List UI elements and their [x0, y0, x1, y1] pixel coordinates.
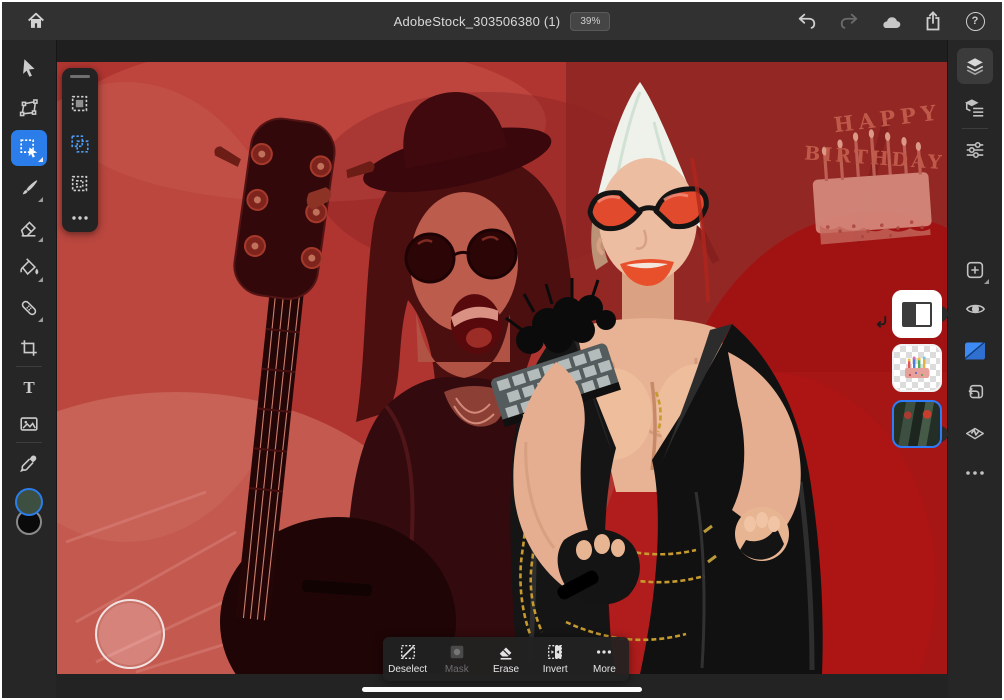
- subtract-from-selection-icon: [69, 173, 91, 195]
- mask-action-button[interactable]: Mask: [432, 637, 481, 681]
- select-tool-icon: [18, 137, 40, 159]
- place-image-icon: [18, 413, 40, 435]
- eyedropper-icon: [18, 453, 40, 475]
- adjustments-icon: [964, 139, 986, 161]
- eraser-tool-icon: [18, 217, 40, 239]
- cloud-icon: [879, 11, 903, 31]
- merge-flatten-button[interactable]: [957, 416, 993, 452]
- help-button[interactable]: ?: [958, 7, 992, 35]
- subtract-from-selection-button[interactable]: [66, 170, 94, 198]
- redo-button[interactable]: [832, 7, 866, 35]
- brush-tool-icon: [18, 177, 40, 199]
- ipad-home-indicator[interactable]: [362, 687, 642, 692]
- photoshop-app-window: AdobeStock_303506380 (1) 39% ? HAPPY BIR…: [2, 2, 1002, 698]
- type-tool-icon: T: [23, 378, 35, 397]
- toolbar-divider: [16, 366, 42, 367]
- cloud-sync-button[interactable]: [874, 7, 908, 35]
- eye-icon: [964, 298, 987, 320]
- birthday-cake-layer-thumbnail[interactable]: [892, 344, 942, 392]
- transform-tool-button[interactable]: [11, 90, 47, 126]
- healing-tool-button[interactable]: [11, 290, 47, 326]
- more-button[interactable]: More: [580, 637, 629, 681]
- deselect-label: Deselect: [388, 664, 428, 675]
- crop-tool-icon: [18, 337, 40, 359]
- mask-link-arrow-icon: [874, 314, 889, 329]
- toolbar-divider: [16, 442, 42, 443]
- adjustments-button[interactable]: [957, 132, 993, 168]
- layer-visibility-button[interactable]: [957, 291, 993, 327]
- top-bar: AdobeStock_303506380 (1) 39% ?: [2, 2, 1002, 40]
- selection-options-panel: [62, 68, 98, 232]
- new-selection-button[interactable]: [66, 90, 94, 118]
- healing-tool-icon: [18, 297, 40, 319]
- layers-icon: [964, 55, 986, 77]
- layer-properties-icon: [964, 97, 986, 119]
- mask-icon: [963, 340, 987, 362]
- canvas-image: HAPPY BIRTHDAY: [56, 62, 948, 674]
- document-title: AdobeStock_303506380 (1): [393, 13, 561, 29]
- right-toolbar: [947, 40, 1002, 698]
- eraser-tool-button[interactable]: [11, 210, 47, 246]
- selection-more-options-button[interactable]: [66, 204, 94, 232]
- brush-tool-button[interactable]: [11, 170, 47, 206]
- selection-action-bar: Deselect Mask Erase Invert More: [383, 637, 629, 681]
- transform-tool-icon: [18, 97, 40, 119]
- erase-label: Erase: [492, 664, 520, 675]
- zoom-level-badge[interactable]: 39%: [570, 11, 611, 31]
- add-layer-button[interactable]: [957, 252, 993, 288]
- deselect-icon: [399, 643, 417, 661]
- photo-layer-thumbnail[interactable]: [892, 400, 942, 448]
- undo-button[interactable]: [790, 7, 824, 35]
- type-tool-button[interactable]: T: [11, 370, 47, 406]
- erase-icon: [497, 643, 515, 661]
- panel-drag-handle[interactable]: [70, 75, 90, 78]
- mask-thumbnail-icon: [902, 301, 932, 327]
- foreground-color-chip[interactable]: [15, 488, 43, 516]
- add-layer-icon: [964, 259, 986, 281]
- canvas-viewport[interactable]: HAPPY BIRTHDAY: [56, 40, 948, 674]
- fill-tool-icon: [18, 257, 40, 279]
- new-selection-icon: [69, 93, 91, 115]
- add-to-selection-button[interactable]: [66, 130, 94, 158]
- share-icon: [923, 10, 943, 32]
- add-to-selection-icon: [69, 133, 91, 155]
- select-tool-button[interactable]: [11, 130, 47, 166]
- undo-icon: [796, 11, 818, 31]
- move-tool-icon: [18, 57, 40, 79]
- toolbar-divider: [962, 128, 988, 129]
- help-icon: ?: [965, 11, 985, 31]
- deselect-button[interactable]: Deselect: [383, 637, 432, 681]
- crop-tool-button[interactable]: [11, 330, 47, 366]
- more-dots-icon: [595, 643, 613, 661]
- invert-icon: [546, 643, 564, 661]
- mask-action-label: Mask: [444, 664, 469, 675]
- merge-flatten-icon: [964, 423, 986, 445]
- redo-icon: [838, 11, 860, 31]
- home-button[interactable]: [16, 7, 56, 35]
- invert-label: Invert: [542, 664, 568, 675]
- home-icon: [25, 10, 47, 32]
- more-dots-icon: [965, 469, 985, 477]
- layer-properties-button[interactable]: [957, 90, 993, 126]
- place-image-tool-button[interactable]: [11, 406, 47, 442]
- more-options-button[interactable]: [957, 455, 993, 491]
- clip-layer-icon: [964, 382, 986, 404]
- invert-button[interactable]: Invert: [531, 637, 580, 681]
- more-label: More: [593, 664, 616, 675]
- mask-action-icon: [448, 643, 466, 661]
- fill-tool-button[interactable]: [11, 250, 47, 286]
- share-button[interactable]: [916, 7, 950, 35]
- eyedropper-tool-button[interactable]: [11, 446, 47, 482]
- left-toolbar: T: [2, 40, 57, 698]
- move-tool-button[interactable]: [11, 50, 47, 86]
- brush-size-cursor[interactable]: [95, 599, 165, 669]
- layers-panel-button[interactable]: [957, 48, 993, 84]
- layer-mask-thumbnail[interactable]: [892, 290, 942, 338]
- cake-thumbnail-art: [905, 356, 929, 378]
- mask-toggle-button[interactable]: [957, 333, 993, 369]
- clip-layer-button[interactable]: [957, 375, 993, 411]
- more-dots-icon: [71, 215, 89, 221]
- erase-button[interactable]: Erase: [481, 637, 530, 681]
